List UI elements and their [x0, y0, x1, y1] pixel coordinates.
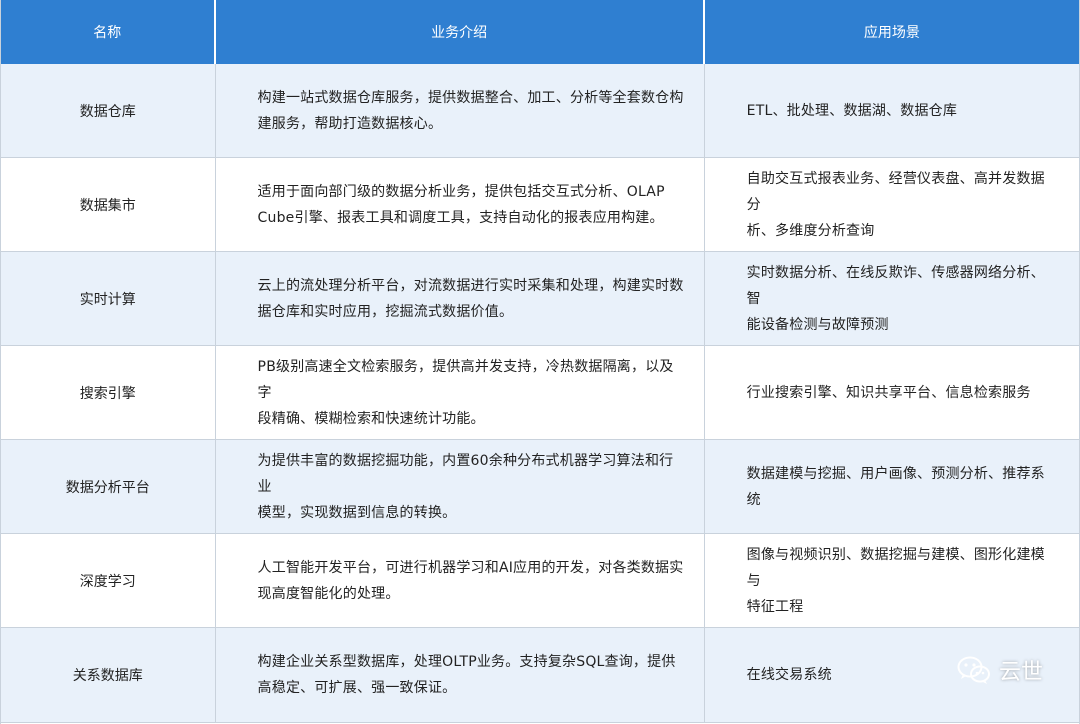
intro-line: 人工智能开发平台，可进行机器学习和AI应用的开发，对各类数据实	[257, 559, 684, 576]
cell-name: 关系数据库	[1, 628, 216, 722]
cell-scene: ETL、批处理、数据湖、数据仓库	[705, 64, 1079, 157]
scene-line: 在线交易系统	[746, 667, 832, 683]
cell-scene: 实时数据分析、在线反欺诈、传感器网络分析、智能设备检测与故障预测	[705, 252, 1079, 345]
table-row: 实时计算 云上的流处理分析平台，对流数据进行实时采集和处理，构建实时数 据仓库和实时…	[1, 252, 1079, 346]
table-row: 深度学习 人工智能开发平台，可进行机器学习和AI应用的开发，对各类数据实 现高度智能…	[1, 534, 1079, 628]
table-row: 数据集市 适用于面向部门级的数据分析业务，提供包括交互式分析、OLAP Cube引擎…	[1, 158, 1079, 252]
cell-scene: 行业搜索引擎、知识共享平台、信息检索服务	[705, 346, 1079, 439]
scene-line: 实时数据分析、在线反欺诈、传感器网络分析、智	[746, 264, 1045, 307]
intro-line: 构建一站式数据仓库服务，提供数据整合、加工、分析等全套数仓构	[257, 89, 684, 106]
intro-line: 为提供丰富的数据挖掘功能，内置60余种分布式机器学习算法和行业	[257, 452, 674, 495]
scene-line: 特征工程	[746, 598, 804, 615]
table-row: 数据分析平台 为提供丰富的数据挖掘功能，内置60余种分布式机器学习算法和行业模型，…	[1, 440, 1079, 534]
cell-intro: 构建一站式数据仓库服务，提供数据整合、加工、分析等全套数仓构 建服务，帮助打造数据…	[216, 64, 705, 157]
service-table: 名称 业务介绍 应用场景 数据仓库 构建一站式数据仓库服务，提供数据整合、加工、分…	[0, 0, 1080, 724]
cell-intro: 人工智能开发平台，可进行机器学习和AI应用的开发，对各类数据实 现高度智能化的处理…	[216, 534, 705, 627]
cell-name: 数据分析平台	[1, 440, 216, 533]
table-row: 关系数据库 构建企业关系型数据库，处理OLTP业务。支持复杂SQL查询，提供 高稳定…	[1, 628, 1079, 723]
scene-line: 析、多维度分析查询	[746, 222, 875, 239]
cell-name: 数据集市	[1, 158, 216, 251]
cell-name: 数据仓库	[1, 64, 216, 157]
scene-line: 自助交互式报表业务、经营仪表盘、高并发数据分	[746, 170, 1045, 213]
intro-line: 适用于面向部门级的数据分析业务，提供包括交互式分析、OLAP	[257, 183, 665, 200]
cell-scene: 数据建模与挖掘、用户画像、预测分析、推荐系统	[705, 440, 1079, 533]
table-row: 数据仓库 构建一站式数据仓库服务，提供数据整合、加工、分析等全套数仓构 建服务，帮助…	[1, 64, 1079, 158]
table-row: 搜索引擎 PB级别高速全文检索服务，提供高并发支持，冷热数据隔离，以及字 段精确、模…	[1, 346, 1079, 440]
intro-line: 据仓库和实时应用，挖掘流式数据价值。	[257, 303, 514, 320]
watermark-text: 云世	[998, 660, 1043, 685]
intro-line: 现高度智能化的处理。	[257, 585, 400, 602]
cell-scene: 图像与视频识别、数据挖掘与建模、图形化建模与特征工程	[705, 534, 1079, 627]
intro-line: 段精确、模糊检索和快速统计功能。	[257, 410, 485, 427]
scene-line: ETL、批处理、数据湖、数据仓库	[746, 102, 958, 119]
cell-intro: 构建企业关系型数据库，处理OLTP业务。支持复杂SQL查询，提供 高稳定、可扩展、…	[216, 628, 705, 722]
cell-intro: 云上的流处理分析平台，对流数据进行实时采集和处理，构建实时数 据仓库和实时应用，挖…	[216, 252, 705, 345]
cell-name: 深度学习	[1, 534, 216, 627]
wechat-icon	[957, 655, 991, 685]
header-scene: 应用场景	[863, 25, 920, 41]
intro-line: 建服务，帮助打造数据核心。	[257, 115, 443, 132]
table-header: 名称 业务介绍 应用场景	[1, 0, 1079, 64]
intro-line: 模型，实现数据到信息的转换。	[257, 504, 457, 521]
watermark: 云世	[957, 654, 1043, 686]
cell-intro: PB级别高速全文检索服务，提供高并发支持，冷热数据隔离，以及字段精确、模糊检索和…	[216, 346, 705, 439]
scene-line: 行业搜索引擎、知识共享平台、信息检索服务	[746, 384, 1031, 401]
cell-name: 实时计算	[1, 252, 216, 345]
scene-line: 数据建模与挖掘、用户画像、预测分析、推荐系统	[746, 465, 1045, 508]
intro-line: PB级别高速全文检索服务，提供高并发支持，冷热数据隔离，以及字	[257, 358, 674, 401]
cell-intro: 为提供丰富的数据挖掘功能，内置60余种分布式机器学习算法和行业模型，实现数据到信…	[216, 440, 705, 533]
scene-line: 能设备检测与故障预测	[746, 316, 889, 333]
intro-line: 构建企业关系型数据库，处理OLTP业务。支持复杂SQL查询，提供	[257, 654, 676, 670]
cell-scene: 自助交互式报表业务、经营仪表盘、高并发数据分析、多维度分析查询	[705, 158, 1079, 251]
intro-line: 高稳定、可扩展、强一致保证。	[257, 680, 457, 696]
header-intro: 业务介绍	[216, 0, 705, 64]
header-name: 名称	[1, 0, 216, 64]
intro-line: Cube引擎、报表工具和调度工具，支持自动化的报表应用构建。	[257, 209, 664, 226]
cell-intro: 适用于面向部门级的数据分析业务，提供包括交互式分析、OLAP Cube引擎、报表工…	[216, 158, 705, 251]
intro-line: 云上的流处理分析平台，对流数据进行实时采集和处理，构建实时数	[257, 277, 684, 294]
table-body: 数据仓库 构建一站式数据仓库服务，提供数据整合、加工、分析等全套数仓构 建服务，帮助…	[1, 64, 1079, 723]
scene-line: 图像与视频识别、数据挖掘与建模、图形化建模与	[746, 546, 1045, 589]
cell-name: 搜索引擎	[1, 346, 216, 439]
